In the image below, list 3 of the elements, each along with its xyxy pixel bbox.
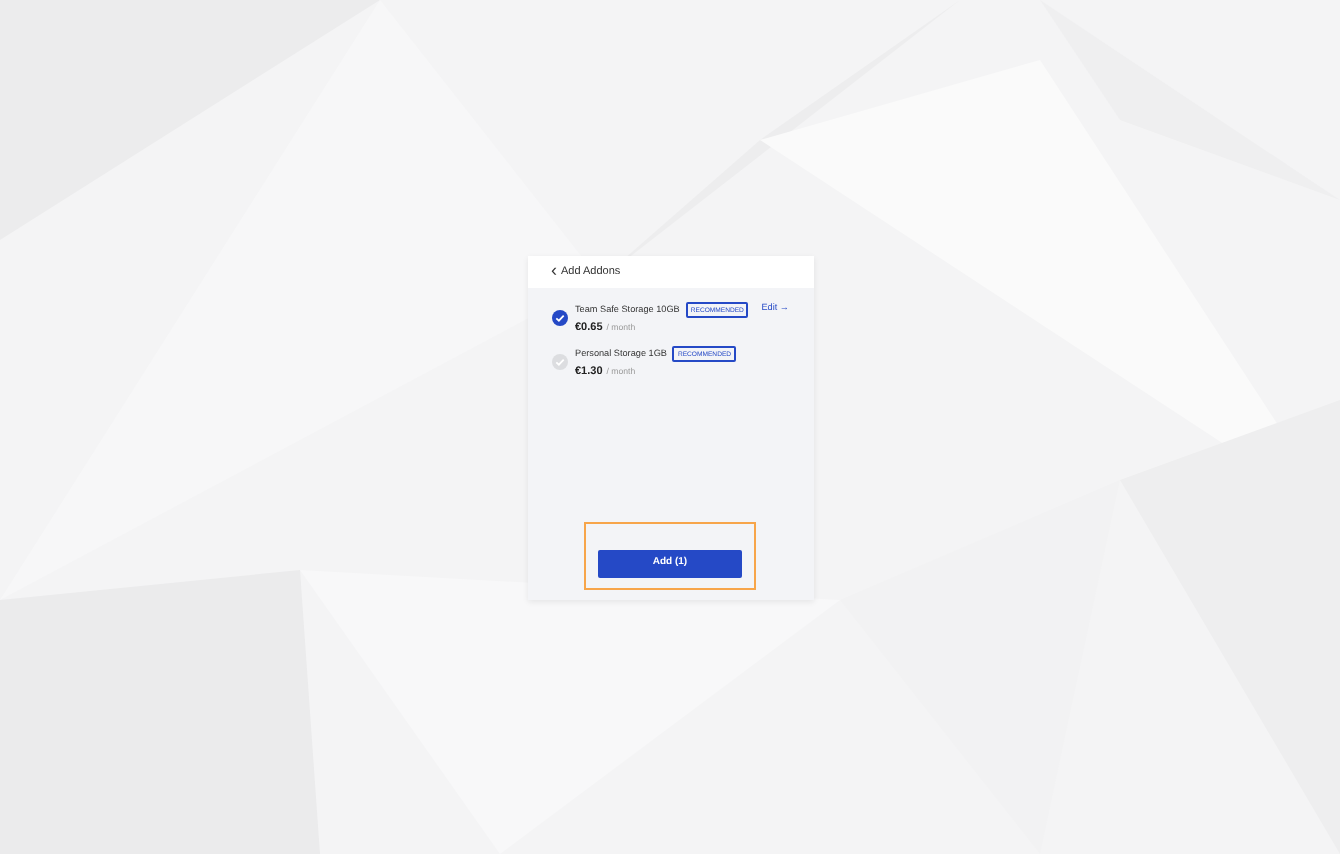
unchecked-icon[interactable]	[551, 354, 567, 371]
checked-icon[interactable]	[551, 310, 567, 326]
back-icon[interactable]: ‹	[551, 262, 557, 280]
